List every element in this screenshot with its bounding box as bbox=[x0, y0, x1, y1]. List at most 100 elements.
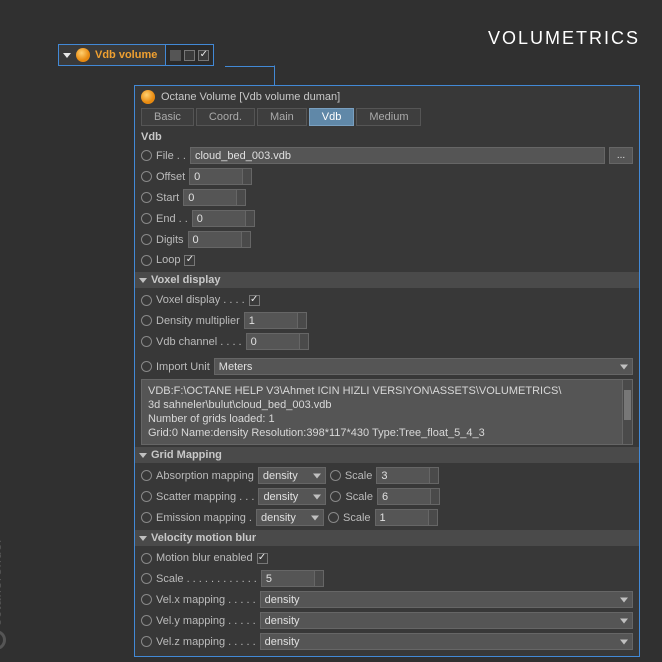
volume-icon bbox=[141, 90, 155, 104]
node-label: Vdb volume bbox=[95, 49, 157, 61]
label-import-unit: Import Unit bbox=[156, 361, 210, 373]
radio-vely[interactable] bbox=[141, 615, 152, 626]
radio-vdb-channel[interactable] bbox=[141, 336, 152, 347]
info-line: 3d sahneler\bulut\cloud_bed_003.vdb bbox=[148, 398, 626, 412]
radio-motion-blur[interactable] bbox=[141, 553, 152, 564]
label-end: End . . bbox=[156, 213, 188, 225]
volume-icon bbox=[76, 48, 90, 62]
scrollbar[interactable] bbox=[622, 380, 632, 444]
tab-vdb[interactable]: Vdb bbox=[309, 108, 355, 126]
node-toggles bbox=[165, 45, 213, 65]
node-flag-icon[interactable] bbox=[170, 50, 181, 61]
node-checkbox-b[interactable] bbox=[198, 50, 209, 61]
radio-absorption[interactable] bbox=[141, 470, 152, 481]
radio-absorption-scale[interactable] bbox=[330, 470, 341, 481]
velx-dropdown[interactable]: density bbox=[260, 591, 633, 608]
radio-scatter-scale[interactable] bbox=[330, 491, 341, 502]
radio-start[interactable] bbox=[141, 192, 152, 203]
absorption-dropdown[interactable]: density bbox=[258, 467, 326, 484]
scatter-dropdown[interactable]: density bbox=[258, 488, 326, 505]
browse-button[interactable]: ... bbox=[609, 147, 633, 164]
section-vdb: Vdb bbox=[135, 129, 639, 145]
section-grid-label: Grid Mapping bbox=[151, 449, 222, 461]
node-checkbox-a[interactable] bbox=[184, 50, 195, 61]
absorption-scale-spinner[interactable]: 3 bbox=[376, 467, 439, 484]
import-unit-dropdown[interactable]: Meters bbox=[214, 358, 633, 375]
radio-loop[interactable] bbox=[141, 255, 152, 266]
radio-end[interactable] bbox=[141, 213, 152, 224]
tab-medium[interactable]: Medium bbox=[356, 108, 421, 126]
brand-text: octanerender bbox=[0, 537, 4, 626]
label-scale: Scale bbox=[345, 491, 373, 503]
vely-dropdown[interactable]: density bbox=[260, 612, 633, 629]
motion-blur-checkbox[interactable] bbox=[257, 553, 268, 564]
tab-basic[interactable]: Basic bbox=[141, 108, 194, 126]
tab-coord[interactable]: Coord. bbox=[196, 108, 255, 126]
page-title: VOLUMETRICS bbox=[488, 28, 640, 49]
label-vely: Vel.y mapping . . . . . bbox=[156, 615, 256, 627]
section-velocity-label: Velocity motion blur bbox=[151, 532, 256, 544]
label-velx: Vel.x mapping . . . . . bbox=[156, 594, 256, 606]
velz-dropdown[interactable]: density bbox=[260, 633, 633, 650]
properties-panel: Octane Volume [Vdb volume duman] Basic C… bbox=[134, 85, 640, 657]
radio-file[interactable] bbox=[141, 150, 152, 161]
chevron-down-icon bbox=[63, 53, 71, 58]
label-scatter: Scatter mapping . . . bbox=[156, 491, 254, 503]
label-vdb-channel: Vdb channel . . . . bbox=[156, 336, 242, 348]
triangle-down-icon bbox=[139, 278, 147, 283]
info-line: VDB:F:\OCTANE HELP V3\Ahmet ICIN HIZLI V… bbox=[148, 384, 626, 398]
label-start: Start bbox=[156, 192, 179, 204]
section-voxel-label: Voxel display bbox=[151, 274, 221, 286]
radio-density-mult[interactable] bbox=[141, 315, 152, 326]
label-digits: Digits bbox=[156, 234, 184, 246]
label-velocity-scale: Scale . . . . . . . . . . . . bbox=[156, 573, 257, 585]
end-spinner[interactable]: 0 bbox=[192, 210, 255, 227]
emission-scale-spinner[interactable]: 1 bbox=[375, 509, 438, 526]
tabs: Basic Coord. Main Vdb Medium bbox=[135, 108, 639, 129]
label-file: File . . bbox=[156, 150, 186, 162]
label-absorption: Absorption mapping bbox=[156, 470, 254, 482]
digits-spinner[interactable]: 0 bbox=[188, 231, 251, 248]
radio-velocity-scale[interactable] bbox=[141, 573, 152, 584]
radio-emission-scale[interactable] bbox=[328, 512, 339, 523]
start-spinner[interactable]: 0 bbox=[183, 189, 246, 206]
connector-line bbox=[225, 65, 275, 85]
radio-offset[interactable] bbox=[141, 171, 152, 182]
triangle-down-icon bbox=[139, 453, 147, 458]
radio-import-unit[interactable] bbox=[141, 361, 152, 372]
triangle-down-icon bbox=[139, 536, 147, 541]
label-loop: Loop bbox=[156, 254, 180, 266]
file-field[interactable]: cloud_bed_003.vdb bbox=[190, 147, 605, 164]
scatter-scale-spinner[interactable]: 6 bbox=[377, 488, 440, 505]
density-mult-spinner[interactable]: 1 bbox=[244, 312, 307, 329]
section-voxel[interactable]: Voxel display bbox=[135, 272, 639, 288]
emission-dropdown[interactable]: density bbox=[256, 509, 324, 526]
radio-digits[interactable] bbox=[141, 234, 152, 245]
info-line: Grid:0 Name:density Resolution:398*117*4… bbox=[148, 426, 626, 440]
velocity-scale-spinner[interactable]: 5 bbox=[261, 570, 324, 587]
label-voxel-display: Voxel display . . . . bbox=[156, 294, 245, 306]
offset-spinner[interactable]: 0 bbox=[189, 168, 252, 185]
panel-title: Octane Volume [Vdb volume duman] bbox=[161, 91, 340, 103]
vdb-channel-spinner[interactable]: 0 bbox=[246, 333, 309, 350]
section-velocity[interactable]: Velocity motion blur bbox=[135, 530, 639, 546]
node-chip-main[interactable]: Vdb volume bbox=[59, 45, 165, 65]
radio-velx[interactable] bbox=[141, 594, 152, 605]
label-scale: Scale bbox=[345, 470, 373, 482]
loop-checkbox[interactable] bbox=[184, 255, 195, 266]
brand-logo: octanerender ™ bbox=[0, 524, 6, 650]
voxel-display-checkbox[interactable] bbox=[249, 295, 260, 306]
tab-main[interactable]: Main bbox=[257, 108, 307, 126]
radio-scatter[interactable] bbox=[141, 491, 152, 502]
radio-voxel-display[interactable] bbox=[141, 295, 152, 306]
section-grid-mapping[interactable]: Grid Mapping bbox=[135, 447, 639, 463]
radio-emission[interactable] bbox=[141, 512, 152, 523]
info-line: Number of grids loaded: 1 bbox=[148, 412, 626, 426]
radio-velz[interactable] bbox=[141, 636, 152, 647]
label-scale: Scale bbox=[343, 512, 371, 524]
vdb-info-box: VDB:F:\OCTANE HELP V3\Ahmet ICIN HIZLI V… bbox=[141, 379, 633, 445]
label-emission: Emission mapping . bbox=[156, 512, 252, 524]
node-chip[interactable]: Vdb volume bbox=[58, 44, 214, 66]
scrollbar-thumb[interactable] bbox=[624, 390, 631, 420]
label-offset: Offset bbox=[156, 171, 185, 183]
